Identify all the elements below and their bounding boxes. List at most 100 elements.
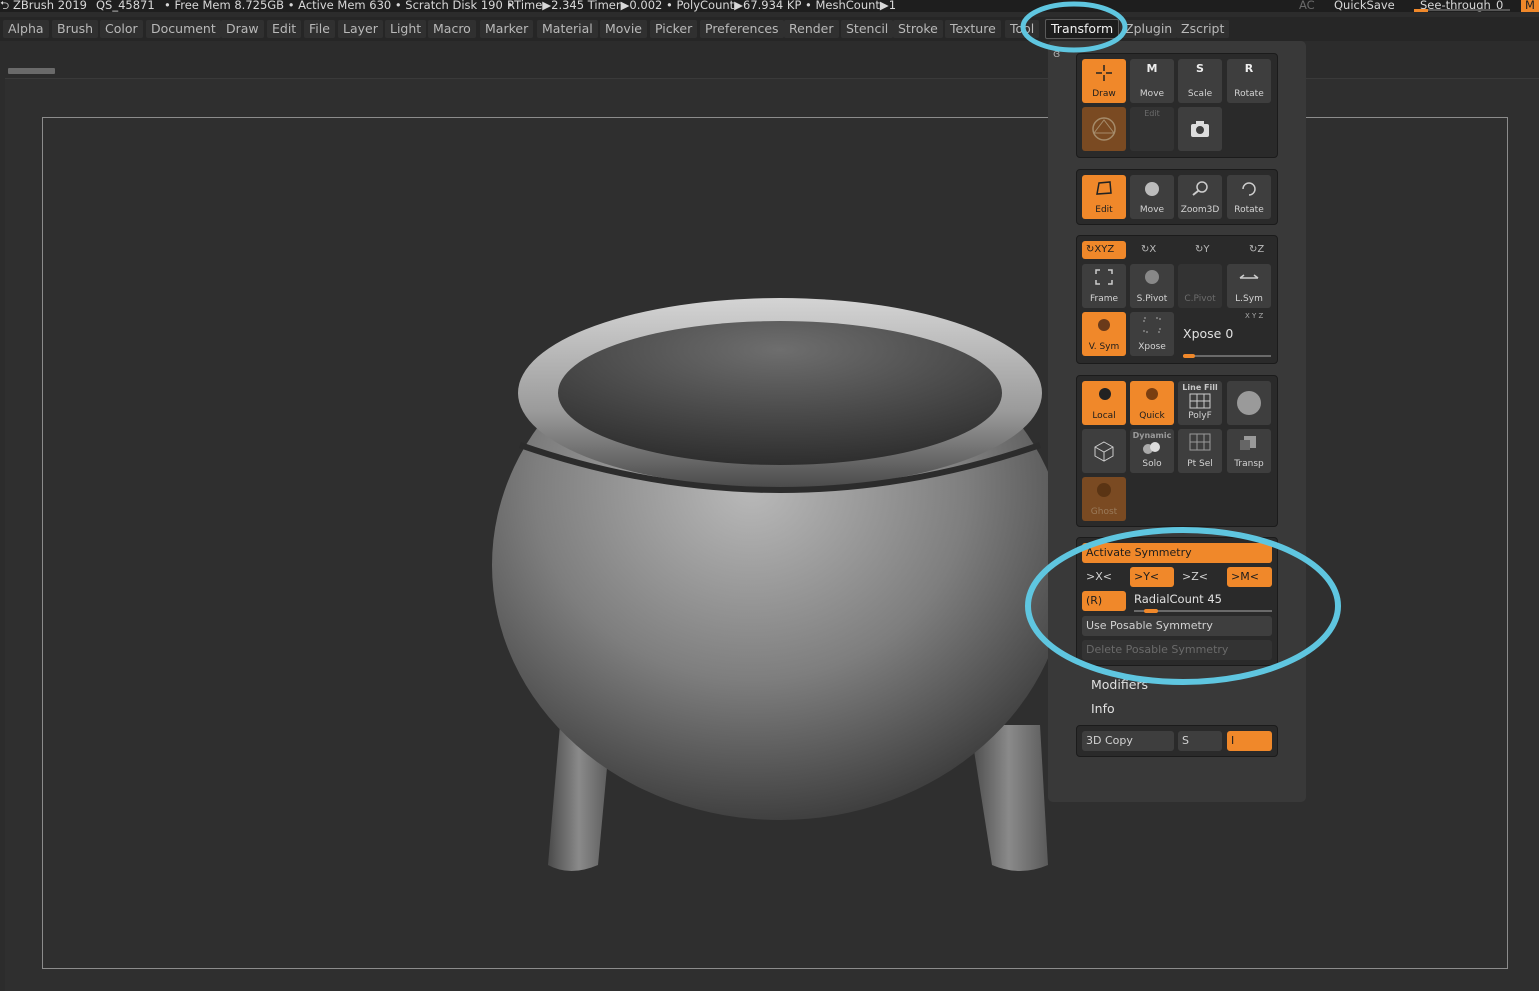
menu-transform[interactable]: Transform (1045, 19, 1120, 39)
move-button[interactable]: M Move (1130, 59, 1174, 103)
display-options-group: Local Quick Line Fill PolyF Dynamic Solo… (1076, 375, 1278, 527)
gyro-sphere-icon (1092, 117, 1116, 141)
menu-movie[interactable]: Movie (600, 20, 647, 38)
delete-posable-symmetry-button: Delete Posable Symmetry (1082, 640, 1272, 660)
menu-zscript[interactable]: Zscript (1176, 20, 1230, 38)
palette-pin-icon[interactable]: ɞ (1053, 47, 1060, 60)
snapshot-button[interactable] (1178, 107, 1222, 151)
cauldron-model[interactable] (480, 295, 1110, 885)
box-button[interactable] (1082, 429, 1126, 473)
menu-color[interactable]: Color (100, 20, 143, 38)
draw-button[interactable]: Draw (1082, 59, 1126, 103)
menu-stencil[interactable]: Stencil (841, 20, 894, 38)
polyframe-grid-icon (1189, 393, 1211, 409)
polyf-button[interactable]: Line Fill PolyF (1178, 381, 1222, 425)
gyro-button[interactable] (1082, 107, 1126, 151)
info-subpalette[interactable]: Info (1091, 701, 1115, 716)
material-sphere-button[interactable] (1227, 381, 1271, 425)
copy3d-button[interactable]: 3D Copy (1082, 731, 1174, 751)
radial-count-label: RadialCount 45 (1134, 592, 1222, 606)
quicksave-button[interactable]: QuickSave (1334, 0, 1395, 11)
transp-button[interactable]: Transp (1227, 429, 1271, 473)
vsym-button[interactable]: V. Sym (1082, 312, 1126, 356)
see-through-slider[interactable] (1414, 9, 1510, 11)
sym-x-button[interactable]: >X< (1082, 567, 1126, 587)
modifiers-subpalette[interactable]: Modifiers (1091, 677, 1148, 692)
xpose-slider-fill (1183, 354, 1195, 358)
quick-button[interactable]: Quick (1130, 381, 1174, 425)
menu-marker[interactable]: Marker (480, 20, 534, 38)
menu-material[interactable]: Material (537, 20, 598, 38)
menu-zplugin[interactable]: Zplugin (1120, 20, 1178, 38)
move-view-button[interactable]: Move (1130, 175, 1174, 219)
menu-tool[interactable]: Tool (1005, 20, 1040, 38)
sym-y-button[interactable]: >Y< (1130, 567, 1174, 587)
status-bar: ⮌ ZBrush 2019 QS_45871 • Free Mem 8.725G… (0, 0, 1539, 12)
menu-picker[interactable]: Picker (650, 20, 698, 38)
menu-brush[interactable]: Brush (52, 20, 99, 38)
local-sphere-icon (1099, 388, 1111, 400)
scale-badge-icon: S (1196, 62, 1204, 75)
point-select-icon (1189, 433, 1211, 451)
xpose-slider[interactable] (1183, 355, 1271, 357)
edit-button[interactable]: Edit (1082, 175, 1126, 219)
menu-draw[interactable]: Draw (221, 20, 264, 38)
xpose-axes-label: X Y Z (1245, 312, 1264, 320)
menu-alpha[interactable]: Alpha (3, 20, 49, 38)
ptsel-button[interactable]: Pt Sel (1178, 429, 1222, 473)
menu-layer[interactable]: Layer (338, 20, 383, 38)
menu-preferences[interactable]: Preferences (700, 20, 784, 38)
move-badge-icon: M (1146, 62, 1158, 75)
rotate-button[interactable]: R Rotate (1227, 59, 1271, 103)
radial-r-button[interactable]: (R) (1082, 591, 1126, 611)
use-posable-symmetry-button[interactable]: Use Posable Symmetry (1082, 616, 1272, 636)
spivot-button[interactable]: S.Pivot (1130, 264, 1174, 308)
vsym-icon (1098, 319, 1110, 331)
solo-button[interactable]: Dynamic Solo (1130, 429, 1174, 473)
memory-stats: • Free Mem 8.725GB • Active Mem 630 • Sc… (164, 0, 514, 12)
sym-m-button[interactable]: >M< (1227, 567, 1272, 587)
menu-file[interactable]: File (304, 20, 335, 38)
quick-sphere-icon (1146, 388, 1158, 400)
local-button[interactable]: Local (1082, 381, 1126, 425)
activate-symmetry-button[interactable]: Activate Symmetry (1082, 543, 1272, 563)
render-stats: RTime▶2.345 Timer▶0.002 • PolyCount▶67.9… (507, 0, 897, 12)
menu-macro[interactable]: Macro (428, 20, 476, 38)
menu-stroke[interactable]: Stroke (893, 20, 943, 38)
ac-indicator[interactable]: AC (1299, 0, 1315, 11)
frame-button[interactable]: Frame (1082, 264, 1126, 308)
menu-texture[interactable]: Texture (945, 20, 1001, 38)
document-scroll-handle[interactable] (8, 68, 55, 74)
magnifier-icon (1192, 181, 1208, 196)
menu-edit[interactable]: Edit (267, 20, 302, 38)
scale-button[interactable]: S Scale (1178, 59, 1222, 103)
solo-spheres-icon (1143, 442, 1160, 454)
menu-bar: Alpha Brush Color Document Draw Edit Fil… (0, 17, 1539, 41)
axis-x-button[interactable]: ↻X (1141, 244, 1156, 255)
axis-y-button[interactable]: ↻Y (1195, 244, 1210, 255)
xpose-button[interactable]: Xpose (1130, 312, 1174, 356)
lsym-arrows-icon (1239, 274, 1259, 279)
axis-z-button[interactable]: ↻Z (1249, 244, 1264, 255)
copy-s-button[interactable]: S (1178, 731, 1222, 751)
pivot-symmetry-group: ↻XYZ ↻X ↻Y ↻Z Frame S.Pivot C.Pivot L.Sy… (1076, 235, 1278, 364)
menu-document[interactable]: Document (146, 20, 221, 38)
hand-icon (1145, 182, 1159, 196)
frame-corners-icon (1095, 269, 1113, 285)
edit-tools-group: Edit Move Zoom3D Rotate (1076, 169, 1278, 225)
copy-i-button[interactable]: I (1227, 731, 1272, 751)
transparency-icon (1240, 436, 1256, 450)
axis-xyz-button[interactable]: ↻XYZ (1082, 241, 1126, 259)
zoom3d-button[interactable]: Zoom3D (1178, 175, 1222, 219)
lsym-button[interactable]: L.Sym (1227, 264, 1271, 308)
menu-toggle-button[interactable]: M (1521, 0, 1539, 12)
see-through-slider-fill (1414, 9, 1428, 12)
rotate-view-button[interactable]: Rotate (1227, 175, 1271, 219)
sym-z-button[interactable]: >Z< (1178, 567, 1222, 587)
ghost-sphere-icon (1097, 483, 1111, 497)
back-arrow-icon[interactable]: ⮌ (0, 0, 9, 11)
ghost-button[interactable]: Ghost (1082, 477, 1126, 521)
material-sphere-icon (1237, 391, 1261, 415)
menu-render[interactable]: Render (784, 20, 839, 38)
menu-light[interactable]: Light (385, 20, 427, 38)
